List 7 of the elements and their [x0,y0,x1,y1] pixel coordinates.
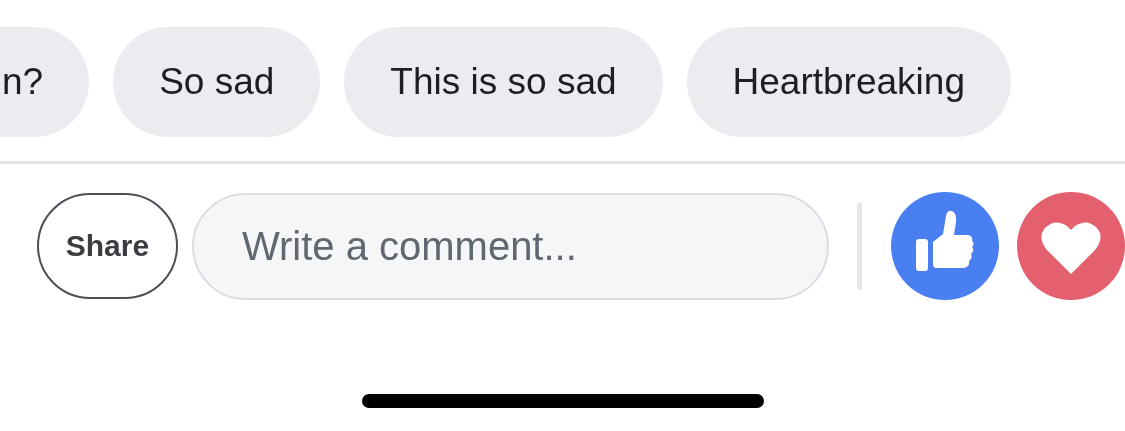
suggestion-chip[interactable]: This is so sad [344,27,663,137]
suggestion-chip[interactable]: So sad [113,27,321,137]
suggestion-chip[interactable]: n? [0,27,90,137]
comment-field[interactable]: Write a comment... [191,192,830,300]
like-icon[interactable] [891,192,999,300]
suggestion-chip[interactable]: Heartbreaking [686,27,1011,137]
share-button[interactable]: Share [37,193,178,299]
